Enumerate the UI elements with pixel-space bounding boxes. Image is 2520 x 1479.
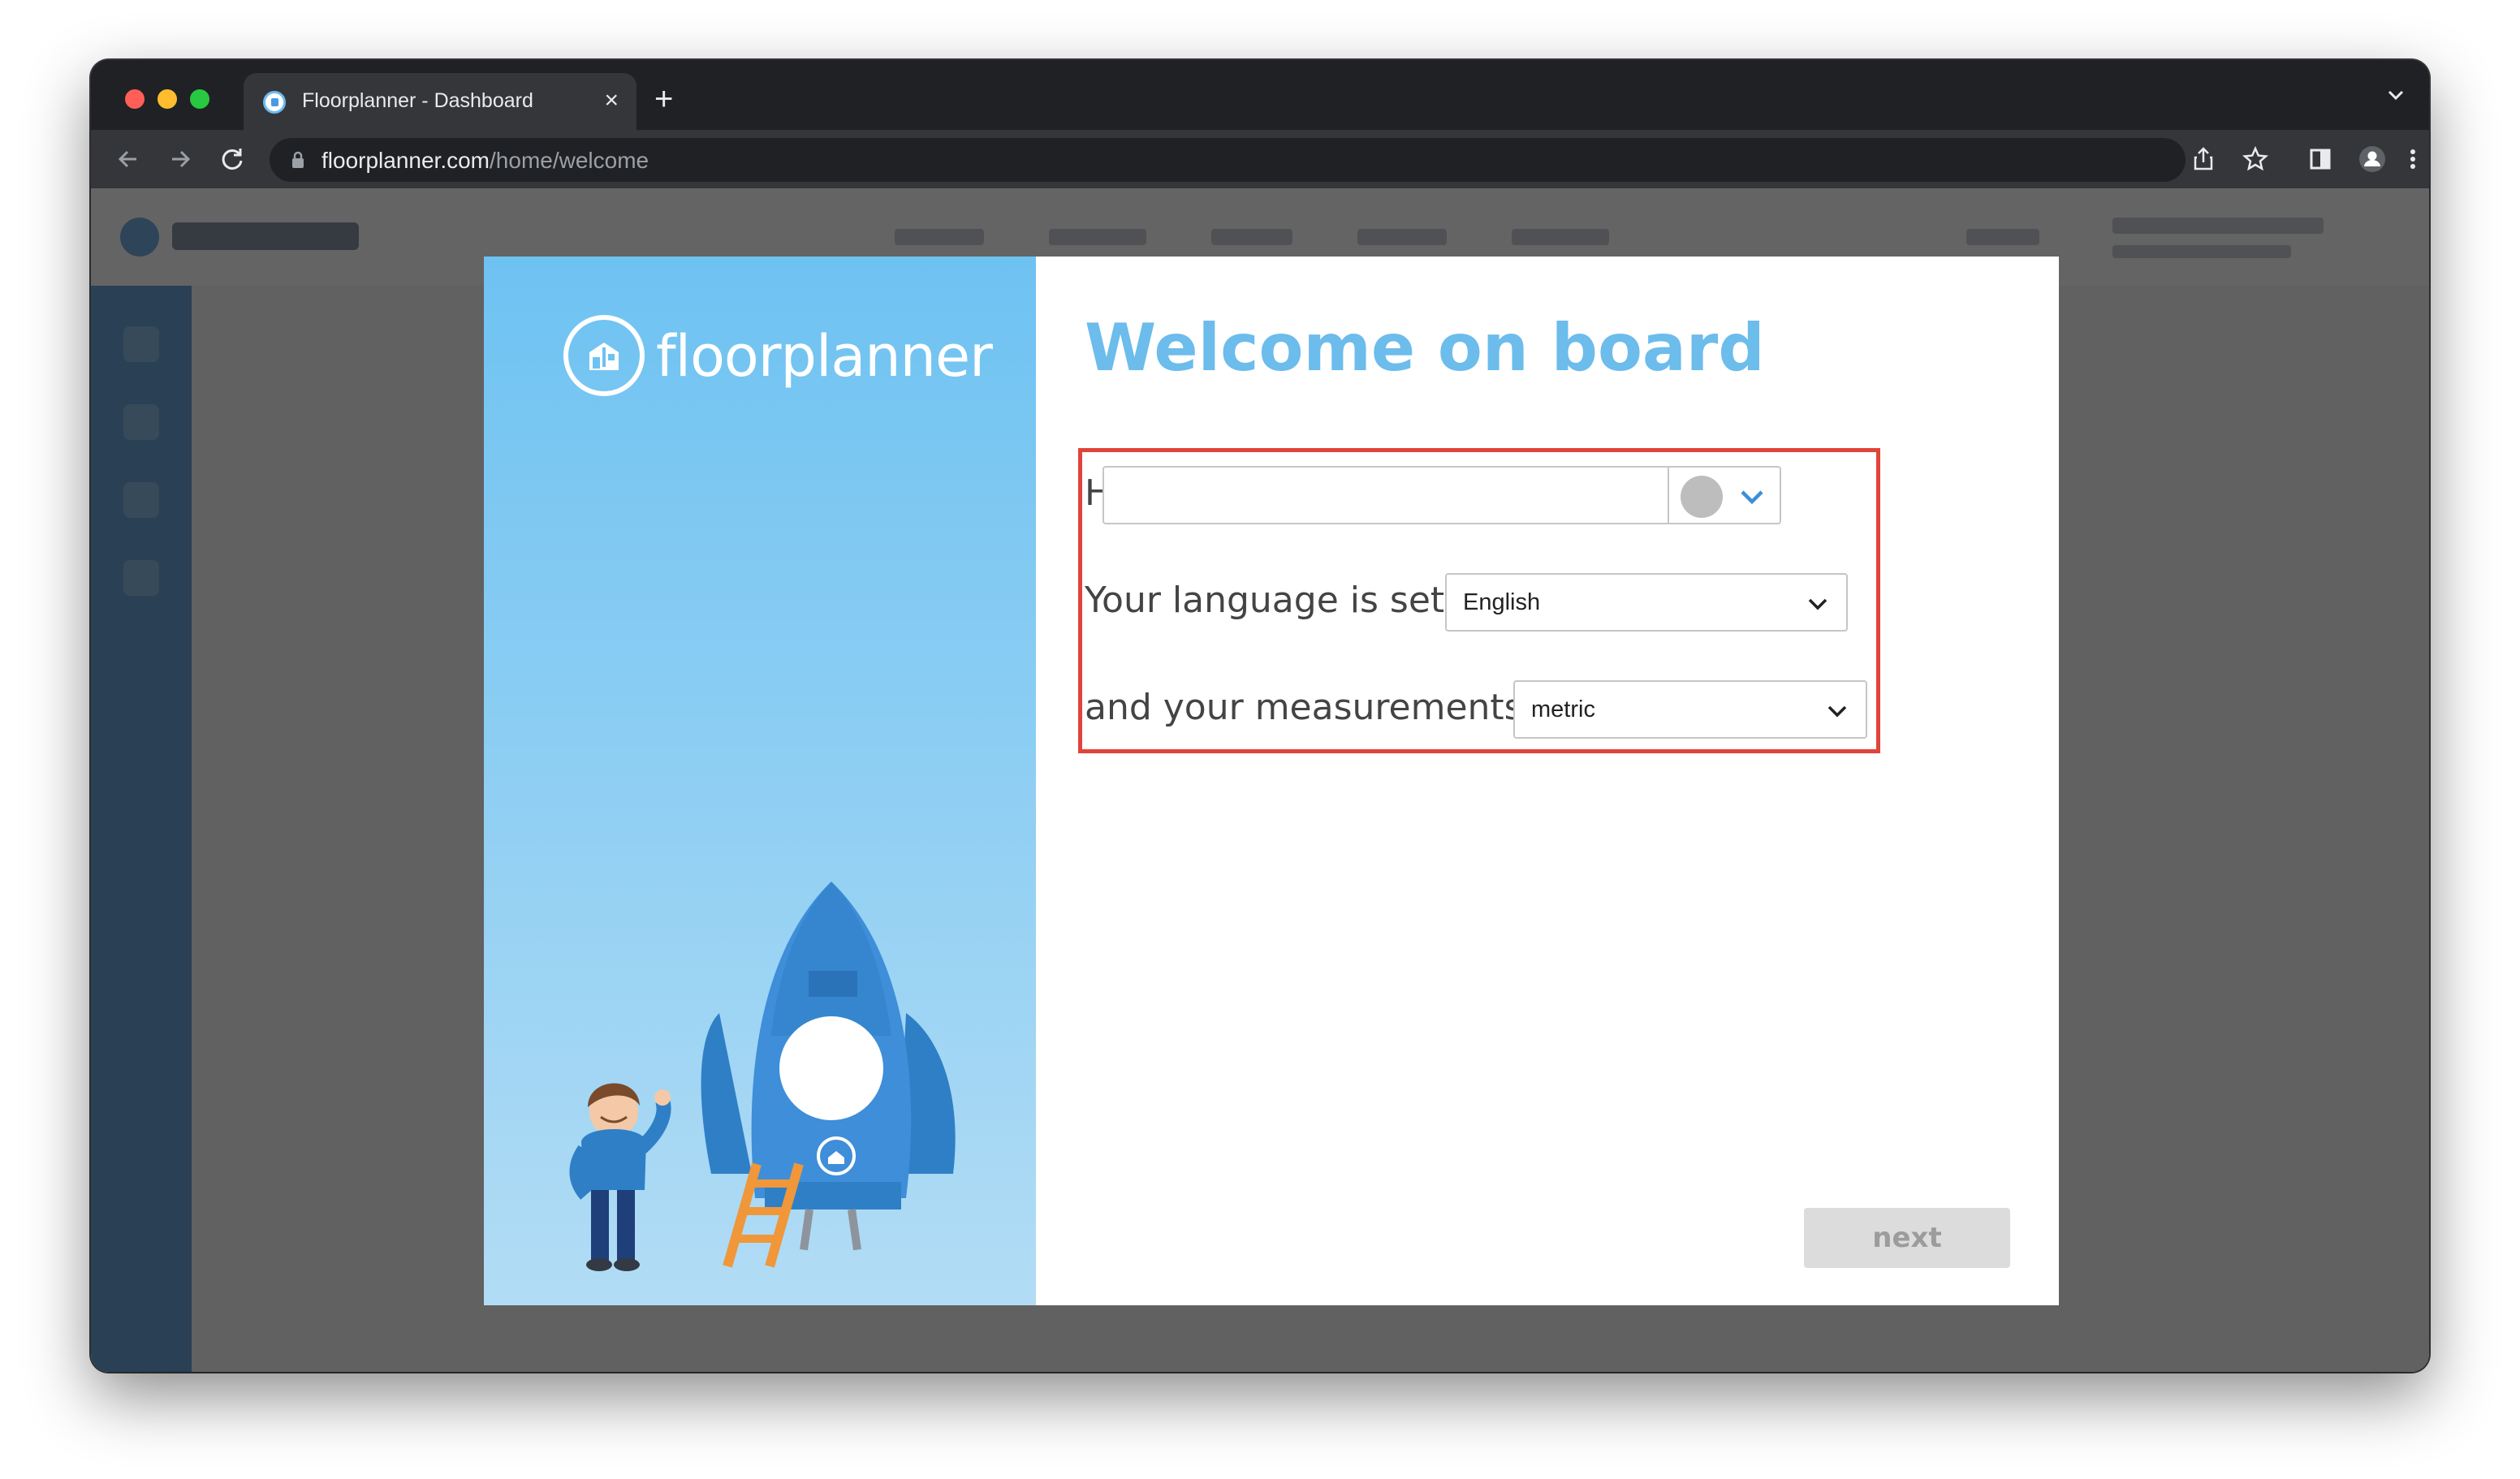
tab-title: Floorplanner - Dashboard: [302, 89, 533, 112]
share-icon[interactable]: [2189, 144, 2218, 174]
back-icon[interactable]: [114, 144, 143, 174]
browser-window: Floorplanner - Dashboard × + floorplanne…: [91, 60, 2429, 1372]
next-button[interactable]: next: [1804, 1208, 2010, 1268]
welcome-modal: floorplanner Welcome on board Your langu…: [484, 257, 2059, 1305]
language-label: Your language is set to: [1085, 580, 1492, 621]
avatar-select[interactable]: [1668, 466, 1781, 524]
measurement-value: metric: [1531, 696, 1595, 722]
chevron-down-icon: [1737, 484, 1767, 514]
browser-toolbar: floorplanner.com/home/welcome: [91, 130, 2429, 188]
modal-title: Welcome on board: [1085, 310, 1765, 386]
address-bar[interactable]: floorplanner.com/home/welcome: [270, 138, 2186, 182]
forward-icon[interactable]: [166, 144, 195, 174]
lock-icon: [291, 151, 305, 173]
tab-strip: Floorplanner - Dashboard × +: [91, 60, 2429, 130]
name-input[interactable]: [1102, 466, 1669, 524]
rocket-illustration: [569, 882, 956, 1271]
tab-floorplanner-dashboard[interactable]: Floorplanner - Dashboard ×: [244, 73, 636, 130]
chevron-down-icon: [1806, 593, 1830, 619]
plus-icon[interactable]: +: [654, 83, 673, 115]
url-domain: floorplanner.com: [321, 148, 490, 173]
measurement-label: and your measurements to: [1085, 687, 1570, 728]
favicon-icon: [263, 91, 286, 114]
close-window-button[interactable]: [125, 89, 145, 109]
chevron-down-icon: [1825, 700, 1849, 727]
welcome-illustration-panel: floorplanner: [484, 257, 1036, 1305]
minimize-window-button[interactable]: [158, 89, 177, 109]
reload-icon[interactable]: [218, 144, 247, 174]
maximize-window-button[interactable]: [190, 89, 209, 109]
url-text: floorplanner.com/home/welcome: [321, 148, 649, 174]
language-value: English: [1463, 589, 1541, 615]
url-path: /home/welcome: [490, 148, 649, 173]
more-icon[interactable]: [2408, 144, 2429, 174]
close-icon[interactable]: ×: [604, 86, 619, 115]
avatar-placeholder-icon: [1681, 476, 1723, 518]
star-icon[interactable]: [2241, 144, 2270, 174]
tab-list-icon[interactable]: [2385, 84, 2406, 110]
sidebar-icon[interactable]: [2306, 144, 2335, 174]
measurement-select[interactable]: metric: [1513, 680, 1867, 739]
page-content: floorplanner Welcome on board Your langu…: [91, 188, 2429, 1372]
profile-icon[interactable]: [2358, 144, 2387, 174]
welcome-form-panel: Welcome on board Hi Your language is set…: [1036, 257, 2059, 1305]
language-select[interactable]: English: [1445, 573, 1848, 632]
